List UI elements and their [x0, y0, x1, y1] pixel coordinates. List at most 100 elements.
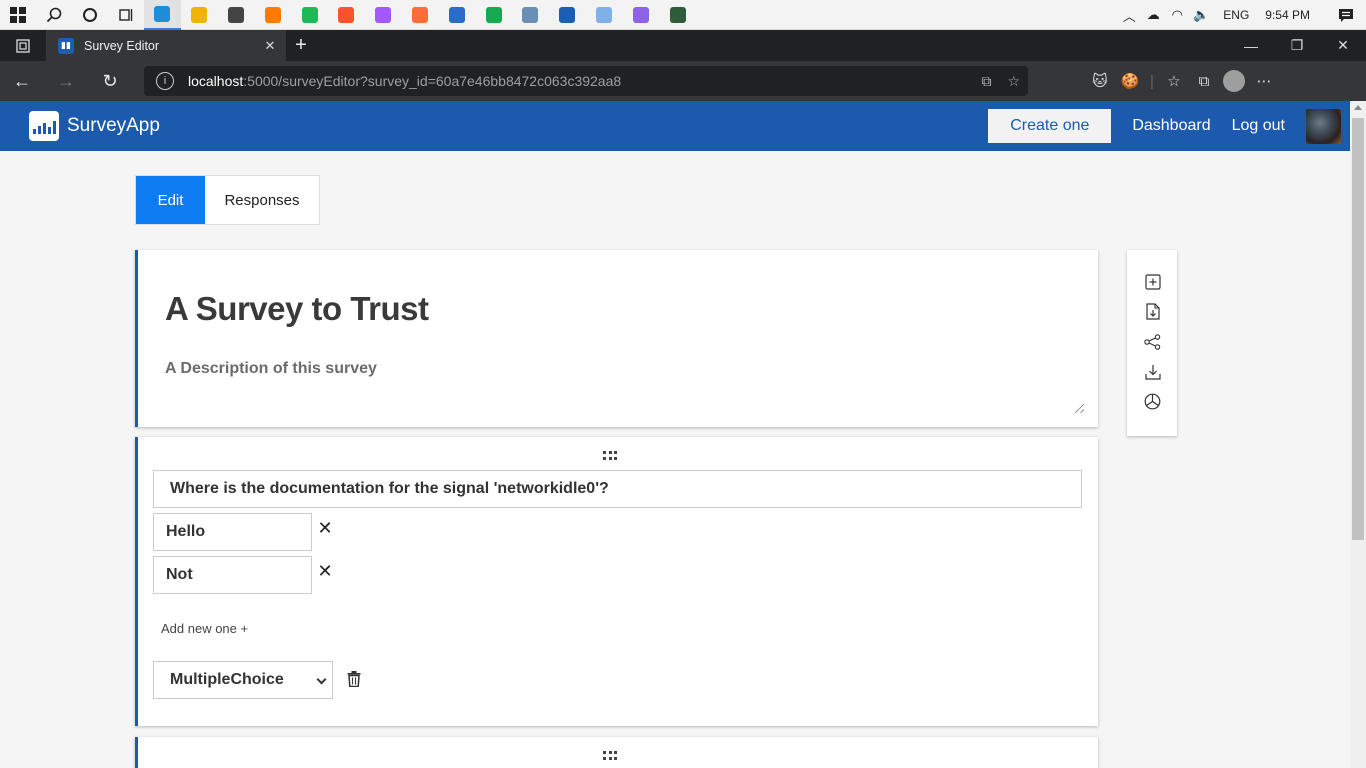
- cortana-circle-icon: [83, 7, 97, 22]
- favorites-icon[interactable]: ☆: [1159, 61, 1189, 101]
- collections-icon[interactable]: ⧉: [1189, 61, 1219, 101]
- file-explorer-app[interactable]: [181, 0, 218, 30]
- resource-monitor-app-icon: [522, 6, 539, 23]
- remove-option-icon[interactable]: ✕: [317, 561, 333, 582]
- profile-avatar[interactable]: [1219, 61, 1249, 101]
- address-bar[interactable]: i localhost:5000/surveyEditor?survey_id=…: [144, 66, 1028, 96]
- create-survey-button[interactable]: Create one: [988, 109, 1112, 143]
- restore-window-icon[interactable]: ❐: [1274, 30, 1320, 61]
- share-icon[interactable]: [1144, 333, 1161, 350]
- start-button[interactable]: [0, 0, 36, 30]
- remove-option-icon[interactable]: ✕: [317, 518, 333, 539]
- scroll-up-arrow-icon[interactable]: [1354, 105, 1362, 110]
- tab-actions-button[interactable]: [0, 30, 46, 61]
- browser-tab-strip: ▮▮ Survey Editor ✕ + — ❐ ✕: [0, 30, 1366, 61]
- question-text-input[interactable]: Where is the documentation for the signa…: [153, 470, 1082, 508]
- extension-cat-icon[interactable]: 🐱: [1085, 61, 1115, 101]
- scrollbar-thumb[interactable]: [1352, 118, 1364, 540]
- survey-title-input[interactable]: A Survey to Trust: [165, 290, 429, 328]
- visual-studio-app-icon: [632, 6, 649, 23]
- task-view-button[interactable]: [108, 0, 144, 30]
- postman-app-icon: [411, 6, 428, 23]
- language-indicator[interactable]: ENG: [1213, 8, 1259, 22]
- dashboard-link[interactable]: Dashboard: [1132, 117, 1210, 135]
- figma-app[interactable]: [365, 0, 402, 30]
- browser-tab-survey-editor[interactable]: ▮▮ Survey Editor ✕: [46, 30, 286, 61]
- download-icon[interactable]: [1144, 363, 1161, 380]
- site-info-icon[interactable]: i: [156, 72, 174, 90]
- volume-icon[interactable]: 🔈: [1189, 0, 1213, 30]
- add-option-link[interactable]: Add new one +: [161, 621, 248, 636]
- edge-app[interactable]: [144, 0, 181, 30]
- question-type-value: MultipleChoice: [170, 671, 284, 688]
- sublime-app[interactable]: [254, 0, 291, 30]
- powershell-app-icon: [448, 6, 465, 23]
- mongodb-app-icon: [485, 6, 502, 23]
- search-icon: [46, 7, 62, 22]
- drag-handle-icon[interactable]: [603, 751, 617, 761]
- import-file-icon[interactable]: [1144, 303, 1161, 320]
- cortana-button[interactable]: [72, 0, 108, 30]
- postman-app[interactable]: [402, 0, 439, 30]
- brave-app[interactable]: [328, 0, 365, 30]
- open-in-app-icon[interactable]: ⧉: [981, 73, 991, 90]
- notification-icon: [1339, 8, 1353, 22]
- option-input[interactable]: Hello: [153, 513, 312, 551]
- logout-link[interactable]: Log out: [1232, 117, 1285, 135]
- resource-monitor-app[interactable]: [512, 0, 549, 30]
- store-app-icon: [227, 6, 244, 23]
- store-app[interactable]: [218, 0, 255, 30]
- wifi-icon[interactable]: ◠: [1165, 0, 1189, 30]
- figma-app-icon: [375, 6, 392, 23]
- tab-edit[interactable]: Edit: [136, 176, 205, 224]
- surveyapp-pwa[interactable]: [549, 0, 586, 30]
- question-card: Where is the documentation for the signa…: [135, 437, 1098, 726]
- chevron-up-icon[interactable]: ︿: [1117, 0, 1141, 30]
- surveyapp-favicon: ▮▮: [58, 37, 74, 54]
- search-button[interactable]: [36, 0, 72, 30]
- close-tab-icon[interactable]: ✕: [262, 38, 278, 54]
- delete-question-trash-icon[interactable]: [347, 671, 361, 687]
- minimize-window-icon[interactable]: —: [1228, 30, 1274, 61]
- task-view-icon: [119, 8, 133, 21]
- onedrive-cloud-icon[interactable]: ☁: [1141, 0, 1165, 30]
- brand-name: SurveyApp: [67, 115, 160, 136]
- new-tab-button[interactable]: +: [286, 30, 316, 61]
- mongodb-app[interactable]: [475, 0, 512, 30]
- add-question-icon[interactable]: [1144, 273, 1161, 290]
- brave-app-icon: [338, 6, 355, 23]
- option-input[interactable]: Not: [153, 556, 312, 594]
- page-scrollbar[interactable]: [1350, 101, 1366, 768]
- gitkraken-app-icon: [669, 6, 686, 23]
- clock[interactable]: 9:54 PM: [1259, 8, 1326, 22]
- extension-cookie-icon[interactable]: 🍪: [1115, 61, 1145, 101]
- url-host: localhost: [188, 73, 244, 89]
- powershell-app[interactable]: [438, 0, 475, 30]
- drag-handle-icon[interactable]: [603, 451, 617, 461]
- add-favorite-star-icon[interactable]: ☆: [1007, 73, 1020, 90]
- reload-icon[interactable]: ↻: [88, 61, 132, 101]
- back-arrow-icon[interactable]: ←: [0, 61, 44, 101]
- windows-logo-icon: [10, 6, 26, 23]
- tab-responses[interactable]: Responses: [205, 176, 319, 224]
- url-path: :5000/surveyEditor?survey_id=60a7e46bb84…: [243, 73, 622, 89]
- app-navbar: SurveyApp Create one Dashboard Log out: [0, 101, 1350, 151]
- stats-pie-icon[interactable]: [1144, 393, 1161, 410]
- cortana-app[interactable]: [586, 0, 623, 30]
- close-window-icon[interactable]: ✕: [1320, 30, 1366, 61]
- visual-studio-app[interactable]: [622, 0, 659, 30]
- forward-arrow-icon[interactable]: →: [44, 61, 88, 101]
- question-type-select[interactable]: MultipleChoice: [153, 661, 333, 699]
- spotify-app-icon: [301, 6, 318, 23]
- notification-center-button[interactable]: [1326, 0, 1366, 30]
- toolbar-divider: |: [1150, 72, 1154, 90]
- survey-description-textarea[interactable]: A Description of this survey: [165, 360, 377, 378]
- brand-link[interactable]: SurveyApp: [29, 111, 160, 141]
- textarea-resize-handle[interactable]: [1075, 404, 1084, 413]
- browser-toolbar: ← → ↻ i localhost:5000/surveyEditor?surv…: [0, 61, 1366, 101]
- gitkraken-app[interactable]: [659, 0, 696, 30]
- user-avatar[interactable]: [1306, 108, 1341, 144]
- spotify-app[interactable]: [291, 0, 328, 30]
- file-explorer-app-icon: [191, 6, 208, 23]
- more-options-icon[interactable]: ⋯: [1249, 61, 1279, 101]
